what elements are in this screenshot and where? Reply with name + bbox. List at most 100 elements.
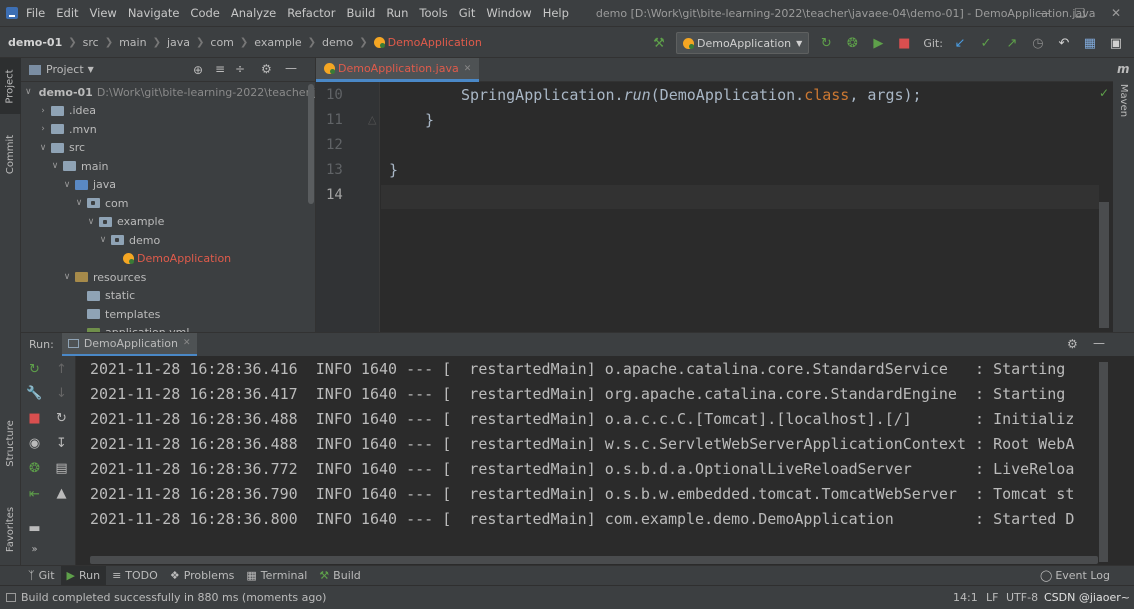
console-output[interactable]: 2021-11-28 16:28:36.416 INFO 1640 --- [ … (76, 356, 1099, 584)
git-commit-icon[interactable]: ✓ (976, 33, 996, 53)
breadcrumb-com[interactable]: com (210, 36, 234, 49)
tab-maven[interactable]: Maven (1113, 80, 1134, 120)
layout-icon[interactable]: ▬ (21, 521, 48, 536)
close-icon[interactable]: ✕ (1098, 0, 1134, 26)
tree-item[interactable]: ∨ com (21, 194, 315, 213)
menu-window[interactable]: Window (486, 6, 531, 20)
menu-code[interactable]: Code (190, 6, 219, 20)
more-icon[interactable]: » (21, 544, 48, 555)
gear-icon[interactable]: ⚙ (1067, 337, 1078, 351)
menu-view[interactable]: View (90, 6, 117, 20)
console-scroll-thumb[interactable] (1099, 362, 1108, 562)
breadcrumb-example[interactable]: example (254, 36, 301, 49)
hide-panel-icon[interactable]: — (285, 61, 297, 75)
debug-bug-icon[interactable]: ❂ (842, 33, 862, 53)
gear-icon[interactable]: ⚙ (261, 62, 272, 76)
tool-run[interactable]: ▶ Run (60, 565, 107, 586)
coverage-icon[interactable]: ▶ (868, 33, 888, 53)
expand-all-icon[interactable]: ≡ (215, 62, 225, 76)
tree-item[interactable]: ∨ demo (21, 231, 315, 250)
line-separator[interactable]: LF (986, 591, 998, 604)
menu-analyze[interactable]: Analyze (231, 6, 276, 20)
tab-commit[interactable]: Commit (0, 124, 21, 184)
menu-navigate[interactable]: Navigate (128, 6, 180, 20)
breadcrumb-project[interactable]: demo-01 (8, 36, 62, 49)
chevron-down-icon[interactable]: ∨ (85, 217, 97, 227)
tree-item[interactable]: ∨ main (21, 157, 315, 176)
close-tab-icon[interactable]: ✕ (183, 338, 191, 348)
chevron-down-icon[interactable]: ∨ (25, 87, 32, 97)
editor-tab-demoapplication[interactable]: DemoApplication.java ✕ (316, 58, 480, 82)
chevron-down-icon[interactable]: ∨ (73, 198, 85, 208)
minimize-icon[interactable]: — (1026, 0, 1062, 26)
debug-attach-icon[interactable]: ❂ (21, 461, 48, 476)
tree-item[interactable]: DemoApplication (21, 250, 315, 269)
chevron-right-icon[interactable]: › (37, 124, 49, 134)
breadcrumb-src[interactable]: src (83, 36, 99, 49)
down-arrow-icon[interactable]: ↓ (48, 386, 75, 401)
run-configuration-select[interactable]: DemoApplication ▼ (676, 32, 810, 54)
chevron-down-icon[interactable]: ∨ (97, 235, 109, 245)
tree-item[interactable]: application.yml (21, 324, 315, 332)
tree-item[interactable]: ∨ resources (21, 268, 315, 287)
breadcrumb-demo[interactable]: demo (322, 36, 353, 49)
chevron-down-icon[interactable]: ∨ (61, 180, 73, 190)
menu-help[interactable]: Help (543, 6, 569, 20)
menu-file[interactable]: File (26, 6, 45, 20)
chevron-down-icon[interactable]: ∨ (49, 161, 61, 171)
rollback-icon[interactable]: ↶ (1054, 33, 1074, 53)
maven-m-icon[interactable]: m (1117, 62, 1130, 76)
soft-wrap-icon[interactable]: ↻ (48, 411, 75, 426)
project-view-select[interactable]: Project (46, 63, 84, 76)
menu-run[interactable]: Run (386, 6, 408, 20)
tree-item[interactable]: ∨ example (21, 213, 315, 232)
project-scrollbar[interactable] (308, 84, 314, 204)
login-icon[interactable]: ⇤ (21, 487, 48, 502)
breadcrumb-main[interactable]: main (119, 36, 146, 49)
tool-terminal[interactable]: ▦ Terminal (240, 566, 313, 586)
tree-item[interactable]: ∨ src (21, 139, 315, 158)
menu-edit[interactable]: Edit (56, 6, 78, 20)
menu-refactor[interactable]: Refactor (287, 6, 335, 20)
breadcrumb-java[interactable]: java (167, 36, 190, 49)
breadcrumb-class[interactable]: DemoApplication (388, 36, 482, 49)
tree-item[interactable]: templates (21, 305, 315, 324)
rerun-icon[interactable]: ↻ (21, 362, 48, 377)
tree-item[interactable]: › .mvn (21, 120, 315, 139)
menu-tools[interactable]: Tools (419, 6, 447, 20)
menu-git[interactable]: Git (459, 6, 476, 20)
inspection-ok-icon[interactable]: ✓ (1099, 86, 1109, 100)
tool-event-log[interactable]: ◯ Event Log (1034, 566, 1116, 586)
editor-scroll-thumb[interactable] (1099, 202, 1109, 328)
camera-icon[interactable]: ◉ (21, 436, 48, 451)
tool-problems[interactable]: ❖ Problems (164, 566, 241, 586)
status-window-icon[interactable] (6, 593, 16, 602)
caret-position[interactable]: 14:1 (953, 591, 978, 604)
console-scrollbar[interactable] (1099, 356, 1134, 584)
stop-icon[interactable]: ■ (894, 33, 914, 53)
hammer-build-icon[interactable]: ⚒ (649, 33, 669, 53)
close-tab-icon[interactable]: ✕ (464, 64, 472, 74)
presentation-icon[interactable]: ▣ (1106, 33, 1126, 53)
fold-marker-icon[interactable]: △ (368, 113, 376, 126)
collapse-all-icon[interactable]: ÷ (235, 62, 245, 76)
stop-icon[interactable]: ■ (21, 411, 48, 426)
restore-icon[interactable]: ❏ (1062, 0, 1098, 26)
console-horizontal-scrollbar[interactable] (90, 556, 1098, 564)
print-icon[interactable]: ▤ (48, 461, 75, 476)
git-update-icon[interactable]: ↙ (950, 33, 970, 53)
chevron-down-icon[interactable]: ∨ (61, 272, 73, 282)
chevron-down-icon[interactable]: ∨ (37, 143, 49, 153)
tool-todo[interactable]: ≡ TODO (106, 566, 164, 586)
chevron-right-icon[interactable]: › (37, 106, 49, 116)
wrench-icon[interactable]: 🔧 (21, 386, 48, 401)
file-encoding[interactable]: UTF-8 (1006, 591, 1038, 604)
hide-panel-icon[interactable]: — (1093, 336, 1105, 350)
status-message[interactable]: Build completed successfully in 880 ms (… (21, 591, 326, 604)
tree-item[interactable]: static (21, 287, 315, 306)
git-push-icon[interactable]: ↗ (1002, 33, 1022, 53)
git-history-icon[interactable]: ◷ (1028, 33, 1048, 53)
code-editor[interactable]: SpringApplication.run(DemoApplication.cl… (381, 82, 1099, 332)
tree-item[interactable]: ∨ demo-01 D:\Work\git\bite-learning-2022\t… (21, 83, 315, 102)
tab-structure[interactable]: Structure (0, 408, 21, 478)
